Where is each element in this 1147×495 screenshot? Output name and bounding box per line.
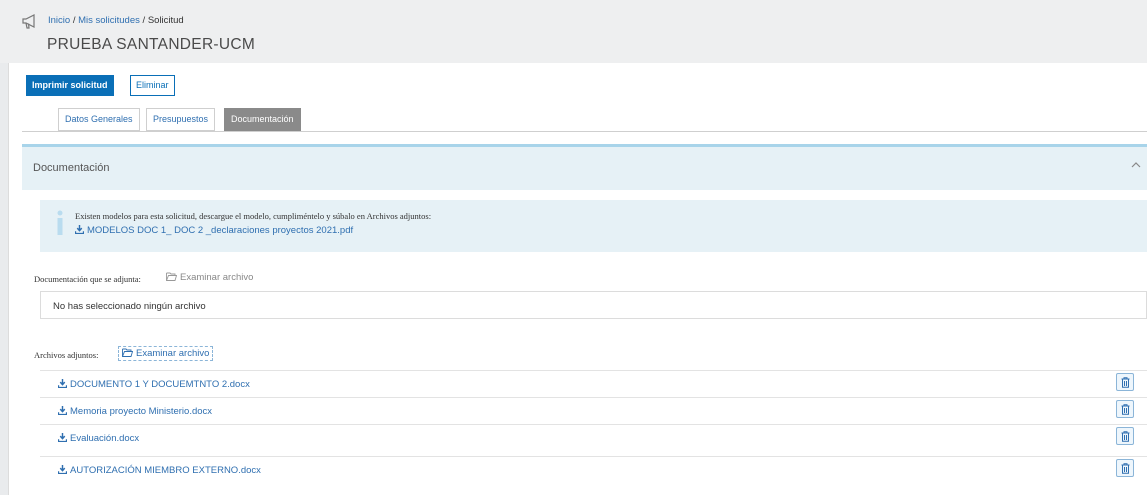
tab-general-data[interactable]: Datos Generales bbox=[58, 108, 140, 131]
breadcrumb: Inicio / Mis solicitudes / Solicitud bbox=[48, 15, 184, 26]
trash-icon bbox=[1121, 431, 1130, 442]
attachment-link[interactable]: DOCUMENTO 1 Y DOCUEMTNTO 2.docx bbox=[58, 379, 250, 390]
chevron-up-icon[interactable] bbox=[1131, 160, 1141, 170]
info-text: Existen modelos para esta solicitud, des… bbox=[75, 211, 432, 221]
delete-attachment-button[interactable] bbox=[1116, 459, 1134, 477]
attachment-link[interactable]: AUTORIZACIÓN MIEMBRO EXTERNO.docx bbox=[58, 465, 261, 476]
delete-attachment-button[interactable] bbox=[1116, 373, 1134, 391]
info-icon bbox=[57, 210, 63, 235]
attach-doc-label: Documentación que se adjunta: bbox=[34, 274, 141, 284]
tab-budgets[interactable]: Presupuestos bbox=[146, 108, 216, 131]
print-request-button[interactable]: Imprimir solicitud bbox=[26, 75, 114, 96]
delete-attachment-button[interactable] bbox=[1116, 427, 1134, 445]
attachment-name: DOCUMENTO 1 Y DOCUEMTNTO 2.docx bbox=[70, 379, 250, 390]
megaphone-icon bbox=[22, 14, 35, 29]
tab-divider bbox=[22, 131, 1147, 132]
download-icon bbox=[58, 433, 67, 442]
attachment-link[interactable]: Evaluación.docx bbox=[58, 433, 139, 444]
delete-attachment-button[interactable] bbox=[1116, 400, 1134, 418]
trash-icon bbox=[1121, 377, 1130, 388]
delete-button[interactable]: Eliminar bbox=[130, 75, 175, 96]
attachment-row: DOCUMENTO 1 Y DOCUEMTNTO 2.docx bbox=[40, 370, 1147, 395]
no-file-selected-text: No has seleccionado ningún archivo bbox=[53, 301, 206, 312]
download-icon bbox=[75, 225, 84, 234]
trash-icon bbox=[1121, 404, 1130, 415]
section-header[interactable]: Documentación bbox=[22, 144, 1147, 190]
breadcrumb-current: Solicitud bbox=[147, 15, 184, 26]
trash-icon bbox=[1121, 463, 1130, 474]
download-icon bbox=[58, 465, 67, 474]
section-title: Documentación bbox=[33, 162, 110, 174]
attachment-row: AUTORIZACIÓN MIEMBRO EXTERNO.docx bbox=[40, 456, 1147, 481]
folder-open-icon bbox=[122, 348, 133, 357]
file-input-field[interactable]: No has seleccionado ningún archivo bbox=[40, 291, 1147, 319]
attachments-label: Archivos adjuntos: bbox=[34, 350, 99, 360]
folder-open-icon bbox=[166, 272, 177, 281]
attach-doc-browse-label: Examinar archivo bbox=[180, 272, 254, 283]
download-icon bbox=[58, 379, 67, 388]
info-box: Existen modelos para esta solicitud, des… bbox=[40, 200, 1147, 252]
attachment-link[interactable]: Memoria proyecto Ministerio.docx bbox=[58, 406, 212, 417]
attachment-name: Evaluación.docx bbox=[70, 433, 140, 444]
attachment-name: AUTORIZACIÓN MIEMBRO EXTERNO.docx bbox=[70, 465, 261, 476]
breadcrumb-separator: / bbox=[139, 15, 148, 26]
tab-documentation[interactable]: Documentación bbox=[224, 108, 301, 131]
model-download-link[interactable]: MODELOS DOC 1_ DOC 2 _declaraciones proy… bbox=[75, 225, 353, 236]
attachments-browse-label: Examinar archivo bbox=[136, 348, 210, 359]
model-download-label: MODELOS DOC 1_ DOC 2 _declaraciones proy… bbox=[87, 225, 354, 236]
attachment-name: Memoria proyecto Ministerio.docx bbox=[70, 406, 213, 417]
attachments-browse-button[interactable]: Examinar archivo bbox=[118, 346, 214, 361]
breadcrumb-my-requests[interactable]: Mis solicitudes bbox=[78, 15, 140, 26]
attach-doc-browse-button[interactable]: Examinar archivo bbox=[166, 272, 253, 283]
attachment-row: Memoria proyecto Ministerio.docx bbox=[40, 397, 1147, 422]
attachment-row: Evaluación.docx bbox=[40, 424, 1147, 449]
page-header: Inicio / Mis solicitudes / Solicitud PRU… bbox=[0, 0, 1147, 63]
download-icon bbox=[58, 406, 67, 415]
breadcrumb-separator: / bbox=[70, 15, 79, 26]
page-title: PRUEBA SANTANDER-UCM bbox=[47, 36, 256, 53]
breadcrumb-home[interactable]: Inicio bbox=[48, 15, 70, 26]
